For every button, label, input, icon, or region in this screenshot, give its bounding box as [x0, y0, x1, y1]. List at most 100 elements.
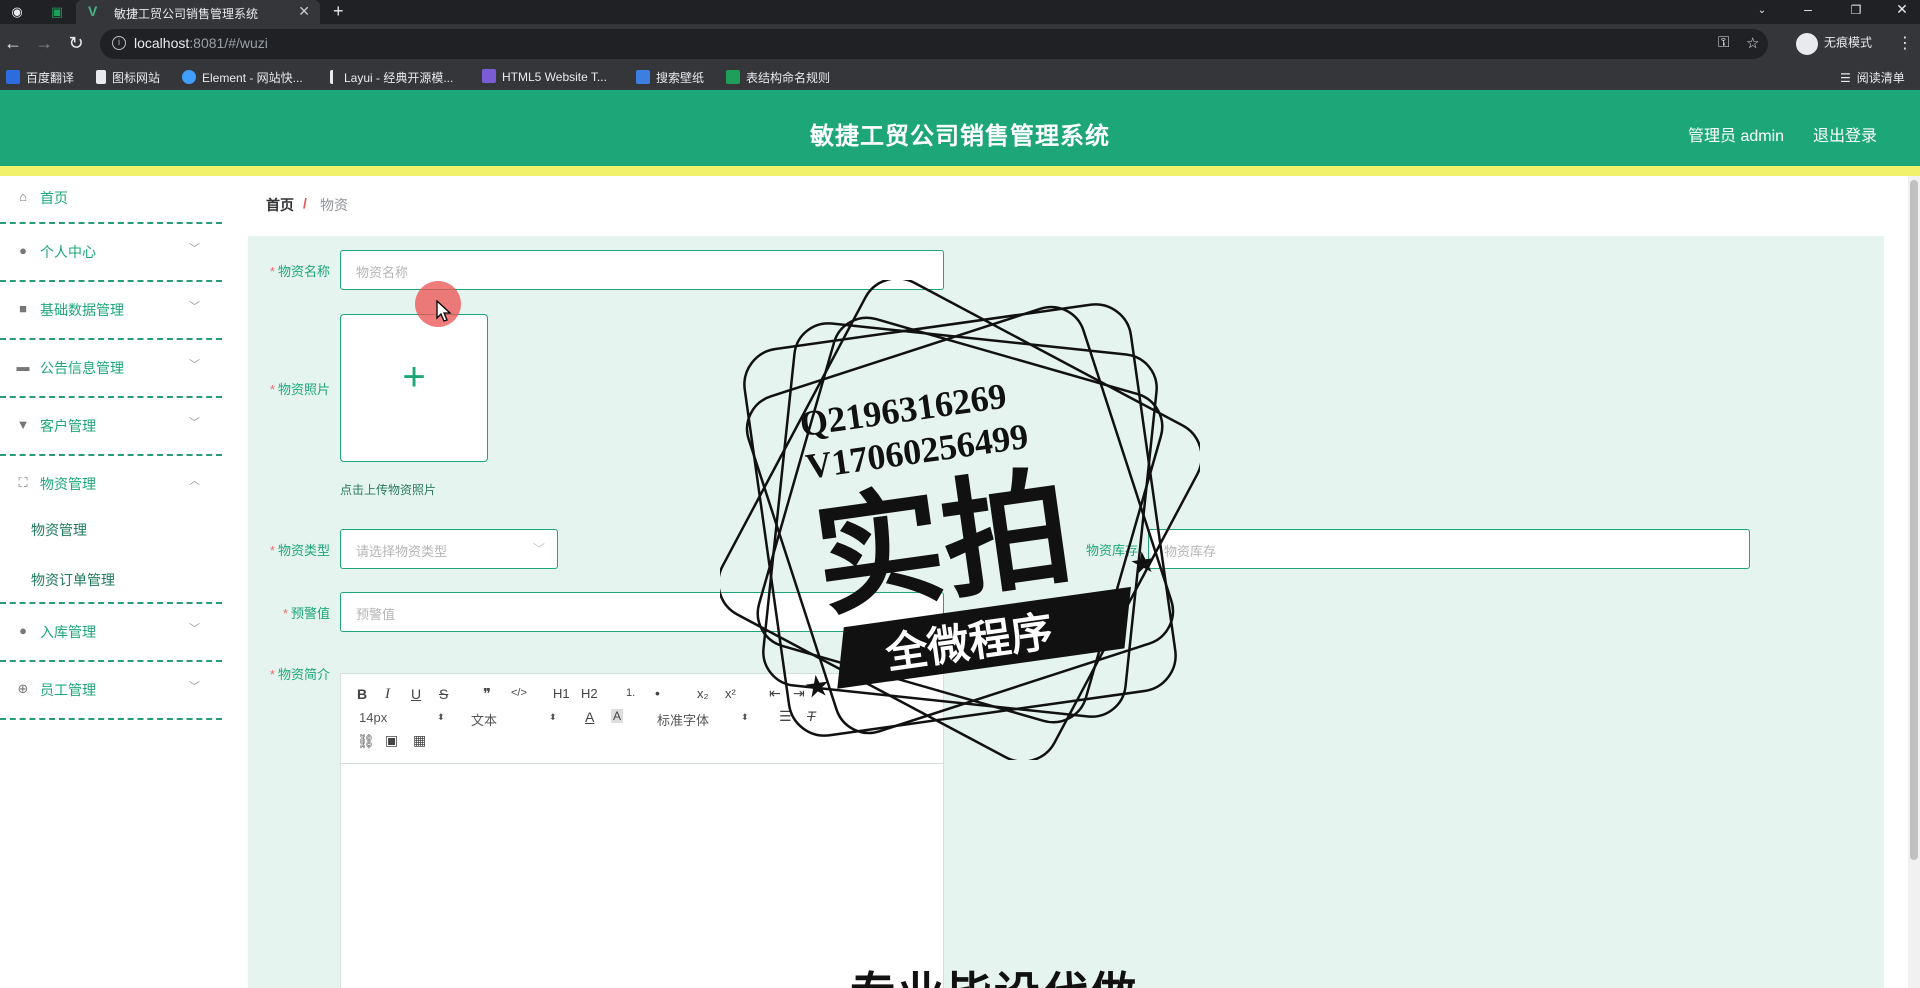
bullet-list-button[interactable]: • [655, 685, 660, 701]
address-bar: ← → ↻ i localhost:8081/#/wuzi ⚿ ☆ 无痕模式 ⋮ [0, 24, 1920, 64]
url-field[interactable]: i localhost:8081/#/wuzi ⚿ ☆ [100, 29, 1768, 59]
h1-button[interactable]: H1 [553, 686, 570, 701]
staff-icon: ⊕ [17, 681, 29, 696]
code-block-button[interactable]: </> [511, 687, 527, 699]
user-icon: ● [19, 243, 27, 258]
underline-button[interactable]: U [411, 686, 421, 702]
stock-in-icon: ● [19, 623, 27, 638]
home-icon: ⌂ [19, 189, 27, 204]
image-icon[interactable]: ▣ [385, 732, 398, 749]
sidebar-item-personal-center[interactable]: ● 个人中心 ﹀ [0, 224, 222, 282]
bookmark-html5[interactable]: HTML5 Website T... [482, 69, 607, 84]
current-user: 管理员 admin [1688, 128, 1785, 145]
italic-button[interactable]: I [385, 686, 390, 703]
goods-type-placeholder: 请选择物资类型 [356, 544, 448, 559]
chevron-down-icon: ﹀ [189, 359, 200, 371]
sidebar-item-stock-in[interactable]: ● 入库管理 ﹀ [0, 604, 222, 662]
goods-name-placeholder: 物资名称 [356, 265, 409, 280]
html5-icon [482, 69, 496, 83]
tab-search-icon[interactable]: ⌄ [1742, 5, 1782, 16]
bold-button[interactable]: B [357, 686, 367, 702]
h2-button[interactable]: H2 [581, 686, 598, 701]
key-icon[interactable]: ⚿ [1718, 34, 1729, 51]
font-color-icon[interactable]: A [585, 709, 594, 725]
chevron-down-icon: ﹀ [189, 623, 200, 635]
goods-stock-placeholder: 物资库存 [1164, 544, 1217, 559]
sidebar-item-customer[interactable]: ▼ 客户管理 ﹀ [0, 398, 222, 456]
background-color-icon[interactable]: A [611, 709, 624, 723]
reading-list[interactable]: ☰ 阅读清单 [1840, 69, 1905, 86]
bookmark-wallpaper[interactable]: 搜索壁纸 [636, 69, 704, 86]
chevron-down-icon: ﹀ [189, 417, 200, 429]
bookmark-layui[interactable]: Layui - 经典开源模... [330, 69, 453, 86]
photo-upload[interactable]: + [340, 314, 488, 462]
blockquote-button[interactable]: ❞ [483, 685, 491, 703]
bookmark-icon-site[interactable]: 图标网站 [96, 69, 160, 86]
browser-tab-strip: ◉ ▣ V 敏捷工贸公司销售管理系统 ✕ + ⌄ – ❐ ✕ [0, 0, 1920, 24]
sidebar-item-notice[interactable]: ▬ 公告信息管理 ﹀ [0, 340, 222, 398]
restore-button[interactable]: ❐ [1836, 3, 1876, 17]
flag-icon [96, 70, 106, 84]
sidebar-item-home[interactable]: ⌂ 首页 [0, 176, 222, 224]
warn-value-label: * 预警值 [282, 606, 330, 621]
align-icon[interactable]: ☰ [779, 708, 792, 725]
page-scrollbar[interactable] [1908, 176, 1920, 988]
site-info-icon[interactable]: i [112, 36, 126, 50]
reload-button[interactable]: ↻ [64, 33, 88, 54]
subscript-button[interactable]: x₂ [697, 686, 709, 701]
updown-icon: ⬍ [549, 712, 557, 722]
sidebar-subitem-goods[interactable]: 物资管理 [31, 520, 87, 540]
browser-menu-icon[interactable]: ⋮ [1897, 33, 1913, 53]
breadcrumb-current: 物资 [320, 197, 348, 213]
new-tab-button[interactable]: + [333, 1, 344, 22]
goods-stock-input[interactable]: 物资库存 [1148, 529, 1750, 569]
forward-button[interactable]: → [32, 33, 56, 54]
scrollbar-thumb[interactable] [1910, 180, 1918, 860]
incognito-indicator[interactable]: 无痕模式 [1790, 29, 1872, 59]
ordered-list-button[interactable]: 1. [626, 687, 635, 699]
sidebar-item-staff[interactable]: ⊕ 员工管理 ﹀ [0, 662, 222, 720]
plus-icon: + [402, 355, 426, 399]
sidebar-item-goods[interactable]: ⛶ 物资管理 ︿ 物资管理 物资订单管理 [0, 456, 222, 604]
bookmark-star-icon[interactable]: ☆ [1746, 34, 1759, 52]
updown-icon: ⬍ [741, 712, 749, 722]
rich-text-editor[interactable]: B I U S ❞ </> H1 H2 1. • x₂ x² ⇤ ⇥ 14px ⬍… [340, 673, 944, 988]
logout-button[interactable]: 退出登录 [1813, 122, 1877, 146]
bookmark-baidu-translate[interactable]: 百度翻译 [6, 69, 74, 86]
chevron-down-icon: ﹀ [189, 301, 200, 313]
close-tab-icon[interactable]: ✕ [298, 3, 310, 20]
bookmark-table-naming[interactable]: 表结构命名规则 [726, 69, 830, 86]
close-window-button[interactable]: ✕ [1882, 1, 1920, 18]
clear-format-icon[interactable]: T [807, 708, 816, 724]
active-tab[interactable]: V 敏捷工贸公司销售管理系统 ✕ [76, 0, 320, 24]
strike-button[interactable]: S [439, 686, 448, 702]
back-button[interactable]: ← [1, 33, 25, 54]
font-family-select[interactable]: 标准字体 ⬍ [657, 710, 753, 729]
pinned-tab-icon[interactable]: ▣ [48, 3, 66, 21]
breadcrumb-separator: / [303, 195, 307, 211]
warn-value-input[interactable]: 预警值 [340, 592, 944, 632]
bookmark-element[interactable]: Element - 网站快... [182, 69, 303, 86]
app-header: 敏捷工贸公司销售管理系统 管理员 admin 退出登录 [0, 90, 1920, 166]
goods-type-select[interactable]: 请选择物资类型 ﹀ [340, 529, 558, 569]
updown-icon: ⬍ [437, 712, 445, 722]
superscript-button[interactable]: x² [725, 686, 736, 701]
minimize-button[interactable]: – [1788, 1, 1828, 17]
sheet-icon [726, 70, 740, 84]
bookmarks-bar: 百度翻译 图标网站 Element - 网站快... Layui - 经典开源模… [0, 64, 1920, 90]
sidebar-subitem-goods-orders[interactable]: 物资订单管理 [31, 570, 115, 590]
chevron-down-icon: ﹀ [189, 243, 200, 255]
breadcrumb-home[interactable]: 首页 [266, 195, 294, 215]
globe-icon[interactable]: ◉ [8, 3, 26, 21]
video-icon[interactable]: ▦ [413, 732, 426, 749]
font-size-select[interactable]: 14px ⬍ [359, 710, 449, 725]
text-style-select[interactable]: 文本 ⬍ [471, 710, 561, 729]
indent-icon[interactable]: ⇥ [793, 685, 805, 702]
goods-type-label: * 物资类型 [269, 543, 330, 558]
outdent-icon[interactable]: ⇤ [769, 685, 781, 702]
incognito-label: 无痕模式 [1824, 35, 1873, 50]
sidebar-item-basic-data[interactable]: ■ 基础数据管理 ﹀ [0, 282, 222, 340]
goods-intro-label: * 物资简介 [269, 667, 330, 682]
header-stripe [0, 166, 1920, 176]
link-icon[interactable]: ⛓ [357, 733, 375, 750]
